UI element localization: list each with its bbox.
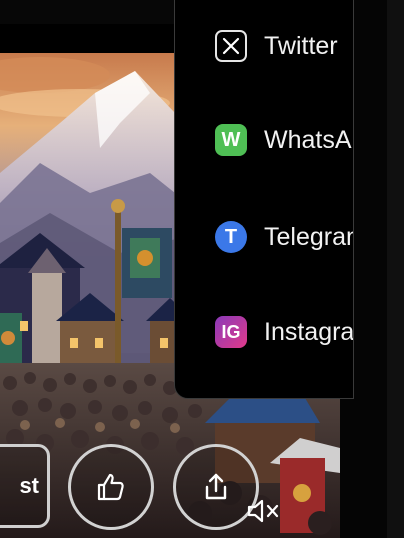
share-item-whatsapp[interactable]: W WhatsApp: [215, 120, 353, 160]
partial-action-button[interactable]: st: [0, 444, 50, 528]
share-label-whatsapp: WhatsApp: [264, 125, 353, 154]
mute-toggle[interactable]: [246, 496, 282, 526]
telegram-icon: T: [215, 221, 247, 253]
share-label-twitter: Twitter: [264, 31, 338, 60]
share-item-instagram[interactable]: IG Instagram: [215, 312, 354, 352]
muted-speaker-icon: [247, 499, 279, 523]
right-edge: [387, 0, 404, 538]
screen: Twitter W WhatsApp T Telegram IG Instagr…: [0, 0, 404, 538]
thumbs-up-icon: [97, 473, 124, 501]
share-menu: Twitter W WhatsApp T Telegram IG Instagr…: [174, 0, 354, 399]
like-button[interactable]: [68, 444, 154, 530]
instagram-icon: IG: [215, 316, 247, 348]
share-icon: [205, 473, 227, 500]
share-label-instagram: Instagram: [264, 317, 354, 346]
x-logo-icon: [215, 30, 247, 62]
share-item-twitter[interactable]: Twitter: [215, 26, 353, 66]
share-item-telegram[interactable]: T Telegram: [215, 217, 353, 257]
partial-action-label: st: [19, 473, 39, 498]
whatsapp-icon: W: [215, 124, 247, 156]
share-label-telegram: Telegram: [264, 222, 353, 251]
